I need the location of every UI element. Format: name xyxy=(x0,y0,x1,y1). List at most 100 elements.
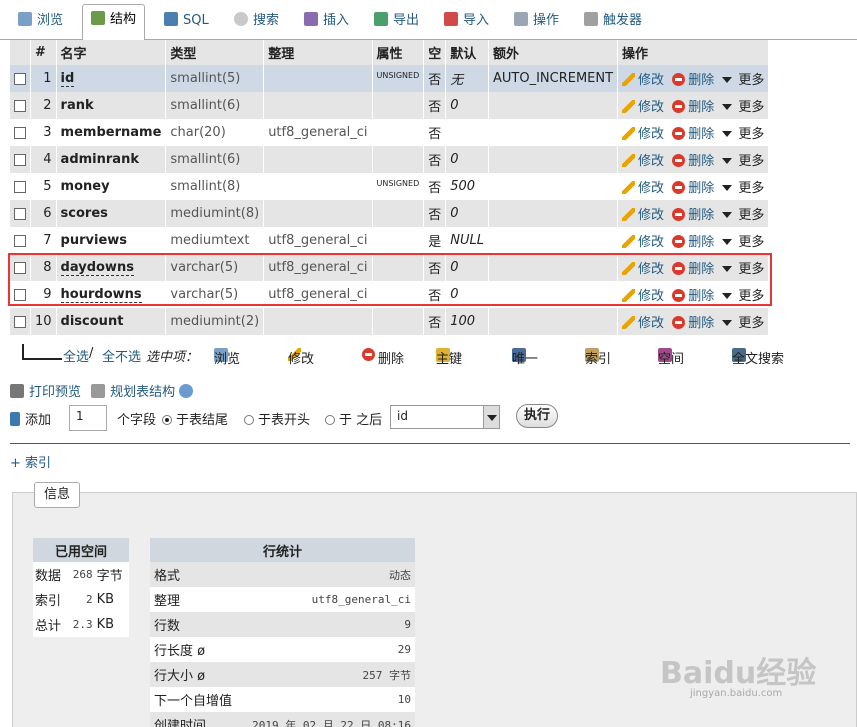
field-default: 0 xyxy=(445,281,489,308)
header-name[interactable]: 名字 xyxy=(56,40,167,65)
more-button[interactable]: 更多 xyxy=(722,154,764,169)
more-button[interactable]: 更多 xyxy=(722,262,764,277)
row-checkbox[interactable] xyxy=(14,234,26,247)
bulk-drop-button[interactable]: 删除 xyxy=(362,346,404,367)
tab-sql[interactable]: SQL xyxy=(156,6,217,36)
table-row: 数据 268 字节 xyxy=(33,562,129,587)
at-end-radio[interactable]: 于表结尾 xyxy=(162,409,228,428)
row-checkbox[interactable] xyxy=(14,207,26,220)
header-collation: 整理 xyxy=(263,40,373,65)
tab-export[interactable]: 导出 xyxy=(366,6,427,36)
pencil-icon xyxy=(622,289,636,302)
structure-icon xyxy=(91,11,105,25)
watermark-url: jingyan.baidu.com xyxy=(690,688,783,699)
indexes-toggle-link[interactable]: + 索引 xyxy=(10,452,51,471)
delete-icon xyxy=(672,127,686,140)
tab-insert[interactable]: 插入 xyxy=(296,6,357,36)
help-icon[interactable] xyxy=(179,384,194,398)
header-null: 空 xyxy=(423,40,447,65)
edit-button[interactable]: 修改 xyxy=(622,127,664,142)
row-checkbox[interactable] xyxy=(14,99,26,112)
field-default xyxy=(445,119,489,146)
row-checkbox[interactable] xyxy=(14,72,26,85)
drop-button[interactable]: 删除 xyxy=(672,262,714,277)
deselect-all-link[interactable]: 全不选 xyxy=(102,346,141,365)
chevron-down-icon xyxy=(722,77,733,83)
delete-icon xyxy=(672,100,686,113)
more-button[interactable]: 更多 xyxy=(722,100,764,115)
edit-button[interactable]: 修改 xyxy=(622,235,664,250)
field-name[interactable]: id xyxy=(60,71,75,87)
field-collation: utf8_general_ci xyxy=(263,254,373,281)
field-name[interactable]: scores xyxy=(61,206,108,221)
drop-button[interactable]: 删除 xyxy=(672,316,714,331)
tab-import[interactable]: 导入 xyxy=(436,6,497,36)
field-collation xyxy=(263,92,373,119)
table-row: 1 id smallint(5) UNSIGNED 否无 AUTO_INCREMENT 修改… xyxy=(10,65,770,92)
go-button[interactable]: 执行 xyxy=(516,404,558,428)
row-checkbox[interactable] xyxy=(14,288,26,301)
field-name[interactable]: discount xyxy=(61,314,124,329)
select-all-link[interactable]: 全选 xyxy=(63,346,89,365)
drop-button[interactable]: 删除 xyxy=(672,181,714,196)
row-num: 8 xyxy=(30,254,57,281)
print-view-link[interactable]: 打印预览 xyxy=(10,384,81,400)
tab-operations[interactable]: 操作 xyxy=(506,6,567,36)
field-name[interactable]: adminrank xyxy=(61,152,139,167)
drop-button[interactable]: 删除 xyxy=(672,127,714,142)
field-extra xyxy=(488,200,619,227)
more-button[interactable]: 更多 xyxy=(722,181,764,196)
edit-button[interactable]: 修改 xyxy=(622,208,664,223)
field-extra xyxy=(488,92,619,119)
chevron-down-icon xyxy=(722,131,733,137)
more-button[interactable]: 更多 xyxy=(722,127,764,142)
field-name[interactable]: rank xyxy=(61,98,94,113)
more-button[interactable]: 更多 xyxy=(722,235,764,250)
field-count-input[interactable]: 1 xyxy=(69,405,107,431)
field-name[interactable]: hourdowns xyxy=(60,287,142,303)
tab-structure[interactable]: 结构 xyxy=(82,4,146,41)
edit-button[interactable]: 修改 xyxy=(622,316,664,331)
field-name[interactable]: purviews xyxy=(61,233,127,248)
edit-button[interactable]: 修改 xyxy=(622,262,664,277)
more-button[interactable]: 更多 xyxy=(722,316,764,331)
edit-button[interactable]: 修改 xyxy=(622,73,664,88)
after-radio[interactable]: 于 之后 xyxy=(325,409,382,428)
header-default: 默认 xyxy=(445,40,489,65)
drop-button[interactable]: 删除 xyxy=(672,73,714,88)
field-type: mediumint(2) xyxy=(165,308,265,335)
field-name[interactable]: membername xyxy=(61,125,162,140)
export-icon xyxy=(374,12,388,26)
tab-browse[interactable]: 浏览 xyxy=(10,6,71,36)
row-checkbox[interactable] xyxy=(14,153,26,166)
table-row: 2 rank smallint(6) 否 0 修改 删除 更多 xyxy=(10,92,770,119)
more-button[interactable]: 更多 xyxy=(722,208,764,223)
more-button[interactable]: 更多 xyxy=(722,73,764,88)
edit-button[interactable]: 修改 xyxy=(622,154,664,169)
drop-button[interactable]: 删除 xyxy=(672,154,714,169)
field-name[interactable]: money xyxy=(61,179,110,194)
drop-button[interactable]: 删除 xyxy=(672,289,714,304)
row-checkbox[interactable] xyxy=(14,126,26,139)
table-row: 4 adminrank smallint(6) 否 0 修改 删除 更多 xyxy=(10,146,770,173)
tab-triggers[interactable]: 触发器 xyxy=(576,6,650,36)
propose-structure-link[interactable]: 规划表结构 xyxy=(91,384,198,400)
after-field-select[interactable]: id xyxy=(390,405,500,429)
edit-button[interactable]: 修改 xyxy=(622,100,664,115)
tab-search[interactable]: 搜索 xyxy=(226,6,287,36)
at-start-radio[interactable]: 于表开头 xyxy=(244,409,310,428)
field-null: 否 xyxy=(423,200,447,227)
row-checkbox[interactable] xyxy=(14,315,26,328)
drop-button[interactable]: 删除 xyxy=(672,235,714,250)
table-row: 6 scores mediumint(8) 否 0 修改 删除 更多 xyxy=(10,200,770,227)
edit-button[interactable]: 修改 xyxy=(622,289,664,304)
add-fields-row: 添加 1 个字段 于表结尾 于表开头 于 之后 id 执行 xyxy=(10,403,850,431)
field-name[interactable]: daydowns xyxy=(60,260,134,276)
more-button[interactable]: 更多 xyxy=(722,289,764,304)
row-checkbox[interactable] xyxy=(14,180,26,193)
edit-button[interactable]: 修改 xyxy=(622,181,664,196)
structure-table: # 名字 类型 整理 属性 空 默认 额外 操作 1 id smallint(5) U… xyxy=(10,40,770,335)
row-checkbox[interactable] xyxy=(14,261,26,274)
drop-button[interactable]: 删除 xyxy=(672,208,714,223)
drop-button[interactable]: 删除 xyxy=(672,100,714,115)
